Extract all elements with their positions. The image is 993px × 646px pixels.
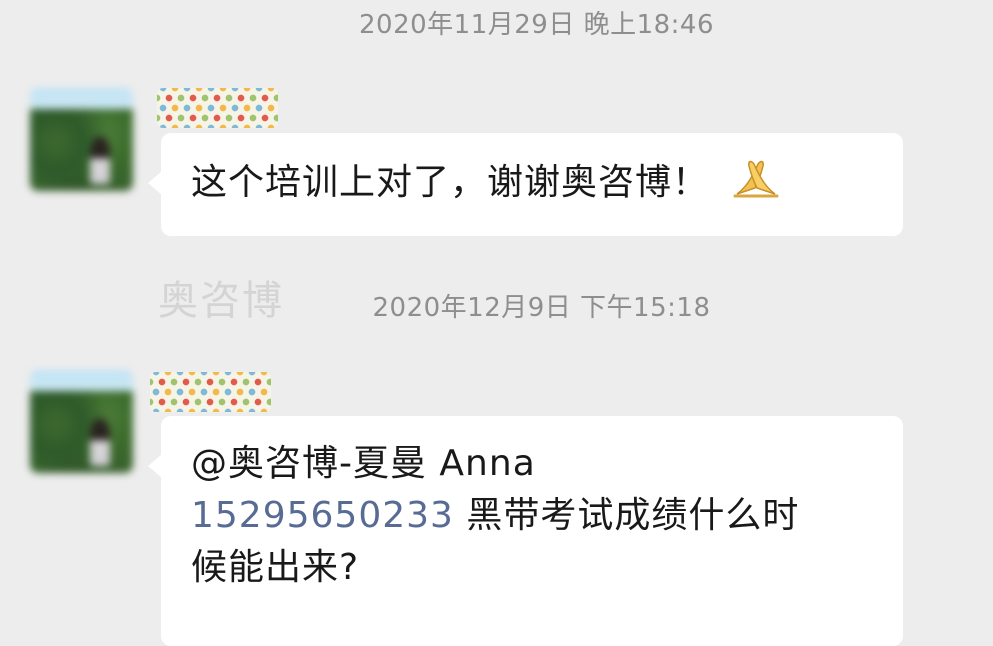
message-timestamp: 2020年11月29日 晚上18:46	[358, 10, 715, 40]
sender-nickname-redacted	[157, 88, 278, 128]
chat-bubble[interactable]: 这个培训上对了，谢谢奥咨博！	[148, 133, 903, 236]
sender-nickname-redacted	[150, 372, 271, 412]
message-text: 这个培训上对了，谢谢奥咨博！	[191, 162, 710, 203]
mention-text[interactable]: @奥咨博-夏曼 Anna	[191, 438, 873, 490]
avatar-trees	[30, 108, 133, 191]
phone-number-link[interactable]: 15295650233	[191, 495, 454, 536]
avatar-figure	[89, 137, 111, 184]
avatar-trees	[30, 390, 133, 473]
message-text: 黑带考试成绩什么时	[453, 495, 800, 536]
avatar-figure	[89, 419, 111, 466]
chat-bubble[interactable]: @奥咨博-夏曼 Anna 15295650233 黑带考试成绩什么时 候能出来?	[148, 416, 903, 646]
sender-avatar[interactable]	[30, 88, 133, 191]
message-line-3: 候能出来?	[191, 547, 360, 588]
message-line-2: 15295650233 黑带考试成绩什么时	[191, 490, 873, 542]
message-timestamp: 2020年12月9日 下午15:18	[372, 293, 711, 323]
folded-hands-emoji-icon	[731, 158, 781, 198]
sender-avatar[interactable]	[30, 370, 133, 473]
